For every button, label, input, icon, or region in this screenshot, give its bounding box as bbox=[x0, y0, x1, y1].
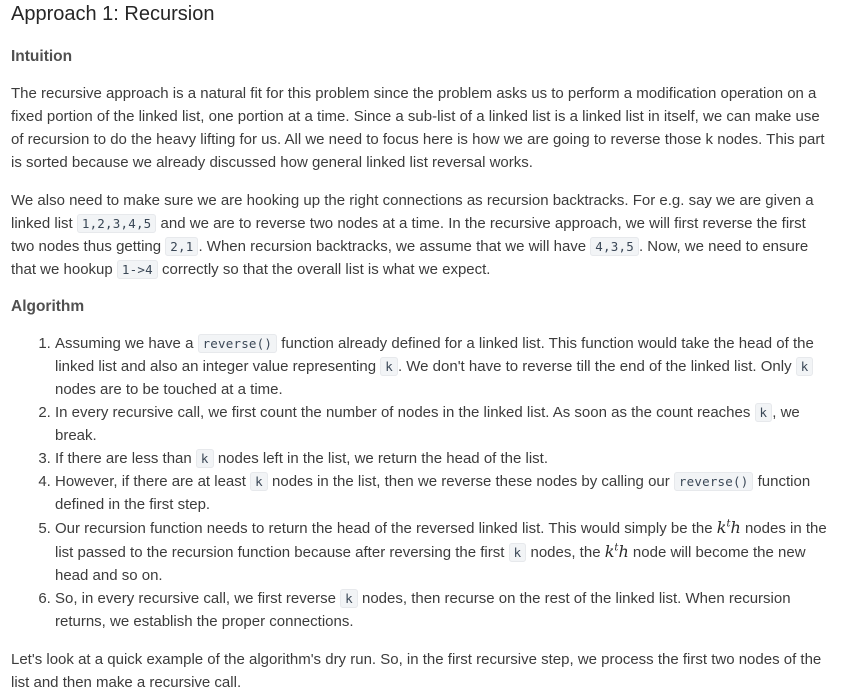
text-span: correctly so that the overall list is wh… bbox=[157, 261, 491, 278]
text-span: So, in every recursive call, we first re… bbox=[55, 590, 341, 607]
closing-paragraph: Let's look at a quick example of the alg… bbox=[11, 651, 822, 691]
inline-code: k bbox=[795, 357, 814, 376]
inline-code: k bbox=[340, 589, 358, 608]
inline-code: 1->4 bbox=[116, 260, 158, 279]
algorithm-step-5: Our recursion function needs to return t… bbox=[55, 516, 833, 587]
algorithm-step-4: However, if there are at least k nodes i… bbox=[55, 470, 833, 516]
inline-code: 2,1 bbox=[165, 237, 199, 256]
math-kth: kth bbox=[605, 542, 629, 561]
algorithm-heading: Algorithm bbox=[11, 298, 85, 315]
text-span: nodes left in the list, we return the he… bbox=[213, 450, 549, 467]
inline-code: k bbox=[508, 543, 527, 562]
text-span: . When recursion backtracks, we assume t… bbox=[198, 238, 591, 255]
inline-code: k bbox=[250, 472, 268, 491]
text-span: If there are less than bbox=[55, 450, 196, 467]
inline-code: k bbox=[380, 357, 398, 376]
math-kth: kth bbox=[717, 518, 741, 537]
text-span: nodes are to be touched at a time. bbox=[55, 381, 283, 398]
algorithm-step-2: In every recursive call, we first count … bbox=[55, 401, 833, 447]
algorithm-step-6: So, in every recursive call, we first re… bbox=[55, 587, 833, 633]
article-content: Approach 1: Recursion Intuition The recu… bbox=[0, 0, 843, 694]
inline-code: reverse() bbox=[673, 472, 754, 491]
text-span: However, if there are at least bbox=[55, 473, 251, 490]
algorithm-step-1: Assuming we have a reverse() function al… bbox=[55, 332, 833, 401]
math-base: k bbox=[604, 542, 615, 561]
intuition-paragraph-2: We also need to make sure we are hooking… bbox=[11, 189, 833, 281]
math-tail: h bbox=[618, 542, 629, 561]
inline-code: 1,2,3,4,5 bbox=[76, 214, 157, 233]
text-span: Our recursion function needs to return t… bbox=[55, 520, 717, 537]
intuition-paragraph-1: The recursive approach is a natural fit … bbox=[11, 85, 825, 171]
math-tail: h bbox=[730, 518, 741, 537]
page-title: Approach 1: Recursion bbox=[11, 3, 215, 25]
inline-code: k bbox=[754, 403, 773, 422]
text-span: nodes, the bbox=[526, 544, 605, 561]
inline-code: k bbox=[195, 449, 214, 468]
text-span: . We don't have to reverse till the end … bbox=[397, 358, 796, 375]
intuition-heading: Intuition bbox=[11, 48, 73, 65]
algorithm-steps-list: Assuming we have a reverse() function al… bbox=[11, 332, 833, 633]
math-base: k bbox=[716, 518, 727, 537]
algorithm-step-3: If there are less than k nodes left in t… bbox=[55, 447, 833, 470]
inline-code: reverse() bbox=[197, 334, 278, 353]
text-span: In every recursive call, we first count … bbox=[55, 404, 755, 421]
text-span: nodes in the list, then we reverse these… bbox=[267, 473, 674, 490]
inline-code: 4,3,5 bbox=[590, 237, 639, 256]
text-span: Assuming we have a bbox=[55, 335, 198, 352]
